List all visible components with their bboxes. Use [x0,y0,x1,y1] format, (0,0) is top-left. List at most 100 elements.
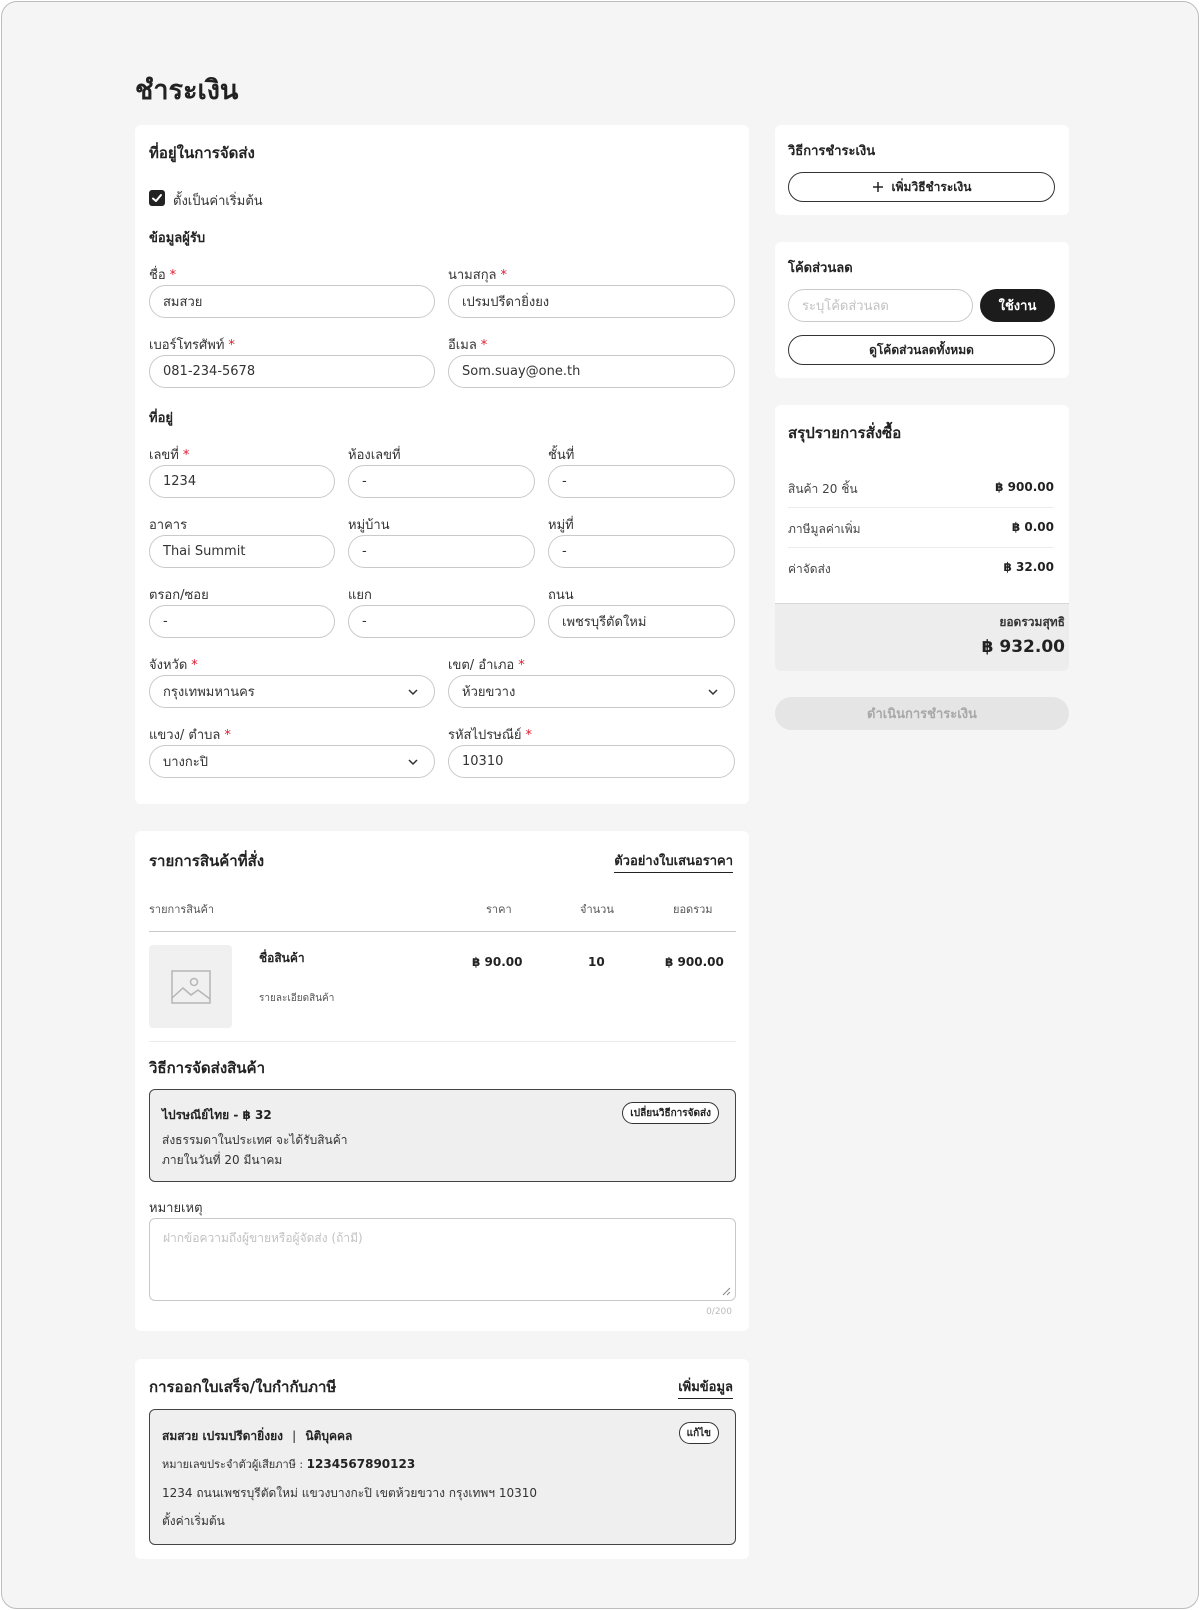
edit-invoice-button[interactable]: แก้ไข [678,1422,719,1444]
floor-input[interactable]: - [548,465,735,498]
delivery-name: ไปรษณีย์ไทย - ฿ 32 [162,1108,272,1122]
product-qty: 10 [588,955,605,969]
quotation-preview-link[interactable]: ตัวอย่างใบเสนอราคา [614,850,733,873]
yaek-label: แยก [348,588,372,603]
note-char-counter: 0/200 [706,1307,732,1317]
column-header-qty: จำนวน [580,903,614,916]
product-detail: รายละเอียดสินค้า [259,993,335,1004]
apply-discount-button[interactable]: ใช้งาน [980,289,1055,322]
tax-id-value: 1234567890123 [306,1457,416,1471]
default-checkbox[interactable] [149,190,165,206]
road-input[interactable]: เพชรบุรีตัดใหม่ [548,605,735,638]
default-checkbox-label: ตั้งเป็นค่าเริ่มต้น [173,194,263,209]
floor-label: ชั้นที่ [548,448,575,463]
shipping-address-title: ที่อยู่ในการจัดส่ง [149,144,255,162]
summary-row-value: ฿ 900.00 [995,480,1054,494]
product-total: ฿ 900.00 [665,955,724,969]
province-value: กรุงเทพมหานคร [163,685,255,700]
email-input[interactable]: Som.suay@one.th [448,355,735,388]
invoice-default-text: ตั้งค่าเริ่มต้น [162,1514,225,1528]
postcode-input[interactable]: 10310 [448,745,735,778]
room-no-label: ห้องเลขที่ [348,448,401,463]
change-delivery-button[interactable]: เปลี่ยนวิธีการจัดส่ง [622,1102,719,1124]
tax-id-label: หมายเลขประจำตัวผู้เสียภาษี : [162,1458,304,1471]
village-input[interactable]: - [348,535,535,568]
building-label: อาคาร [149,518,188,533]
phone-input[interactable]: 081-234-5678 [149,355,435,388]
divider [149,1041,736,1042]
checkout-button[interactable]: ดำเนินการชำระเงิน [775,697,1069,730]
summary-row-label: สินค้า 20 ชิ้น [788,482,858,496]
invoice-name: สมสวย เปรมปรีดายิ่งยง [162,1429,283,1443]
building-input[interactable]: Thai Summit [149,535,335,568]
delivery-method-title: วิธีการจัดส่งสินค้า [149,1059,266,1077]
province-label: จังหวัด * [149,658,198,673]
house-no-input[interactable]: 1234 [149,465,335,498]
order-items-title: รายการสินค้าที่สั่ง [149,852,265,870]
last-name-input[interactable]: เปรมปรีดายิ่งยง [448,285,735,318]
yaek-input[interactable]: - [348,605,535,638]
add-invoice-info-link[interactable]: เพิ่มข้อมูล [678,1376,733,1399]
address-section-title: ที่อยู่ [149,411,173,426]
last-name-label: นามสกุล * [448,268,508,283]
invoice-type: นิติบุคคล [305,1429,353,1443]
summary-row-shipping: ค่าจัดส่ง ฿ 32.00 [788,560,1054,579]
note-label: หมายเหตุ [149,1201,203,1216]
soi-label: ตรอก/ซอย [149,588,209,603]
invoice-address: 1234 ถนนเพชรบุรีตัดใหม่ แขวงบางกะปิ เขตห… [162,1486,538,1500]
tax-id-line: หมายเลขประจำตัวผู้เสียภาษี : 12345678901… [162,1455,415,1473]
resize-handle-icon[interactable] [721,1286,731,1296]
district-label: เขต/ อำเภอ * [448,658,525,673]
total-value: ฿ 932.00 [981,637,1065,657]
moo-label: หมู่ที่ [548,518,574,533]
soi-input[interactable]: - [149,605,335,638]
note-placeholder: ฝากข้อความถึงผู้ขายหรือผู้จัดส่ง (ถ้ามี) [163,1231,363,1245]
column-header-total: ยอดรวม [673,903,713,916]
district-select[interactable]: ห้วยขวาง [448,675,735,708]
discount-code-input[interactable]: ระบุโค้ดส่วนลด [788,289,973,322]
check-icon [152,194,162,202]
separator: | [292,1429,297,1443]
email-label: อีเมล * [448,338,488,353]
delivery-date: ภายในวันที่ 20 มีนาคม [162,1153,283,1167]
column-header-product: รายการสินค้า [149,903,215,916]
first-name-label: ชื่อ * [149,268,177,283]
chevron-down-icon [708,688,718,695]
subdistrict-select[interactable]: บางกะปิ [149,745,435,778]
summary-row-label: ภาษีมูลค่าเพิ่ม [788,522,861,536]
moo-input[interactable]: - [548,535,735,568]
divider [788,507,1054,508]
summary-row-value: ฿ 32.00 [1003,560,1054,574]
product-name: ชื่อสินค้า [259,951,305,965]
village-label: หมู่บ้าน [348,518,390,533]
total-label: ยอดรวมสุทธิ [999,615,1065,629]
district-value: ห้วยขวาง [462,685,516,700]
image-placeholder-icon [170,969,211,1004]
summary-row-items: สินค้า 20 ชิ้น ฿ 900.00 [788,480,1054,499]
view-all-discounts-button[interactable]: ดูโค้ดส่วนลดทั้งหมด [788,335,1055,365]
discount-title: โค้ดส่วนลด [788,261,853,276]
phone-label: เบอร์โทรศัพท์ * [149,338,235,353]
page-title: ชำระเงิน [135,75,239,106]
add-payment-method-label: เพิ่มวิธีชำระเงิน [891,179,972,194]
discount-code-placeholder: ระบุโค้ดส่วนลด [802,299,889,314]
room-no-input[interactable]: - [348,465,535,498]
product-image [149,945,232,1028]
plus-icon [872,182,883,192]
first-name-input[interactable]: สมสวย [149,285,435,318]
road-label: ถนน [548,588,574,603]
column-header-price: ราคา [486,903,512,916]
subdistrict-label: แขวง/ ตำบล * [149,728,231,743]
summary-row-value: ฿ 0.00 [1011,520,1054,534]
invoice-title: การออกใบเสร็จ/ใบกำกับภาษี [149,1378,337,1396]
divider [149,931,736,932]
add-payment-method-button[interactable]: เพิ่มวิธีชำระเงิน [788,172,1055,202]
house-no-label: เลขที่ * [149,448,190,463]
postcode-label: รหัสไปรษณีย์ * [448,728,533,743]
chevron-down-icon [408,688,418,695]
delivery-description: ส่งธรรมดาในประเทศ จะได้รับสินค้า [162,1133,348,1147]
order-summary-title: สรุปรายการสั่งซื้อ [788,424,902,442]
payment-method-title: วิธีการชำระเงิน [788,144,876,159]
note-textarea[interactable]: ฝากข้อความถึงผู้ขายหรือผู้จัดส่ง (ถ้ามี) [149,1218,736,1301]
province-select[interactable]: กรุงเทพมหานคร [149,675,435,708]
